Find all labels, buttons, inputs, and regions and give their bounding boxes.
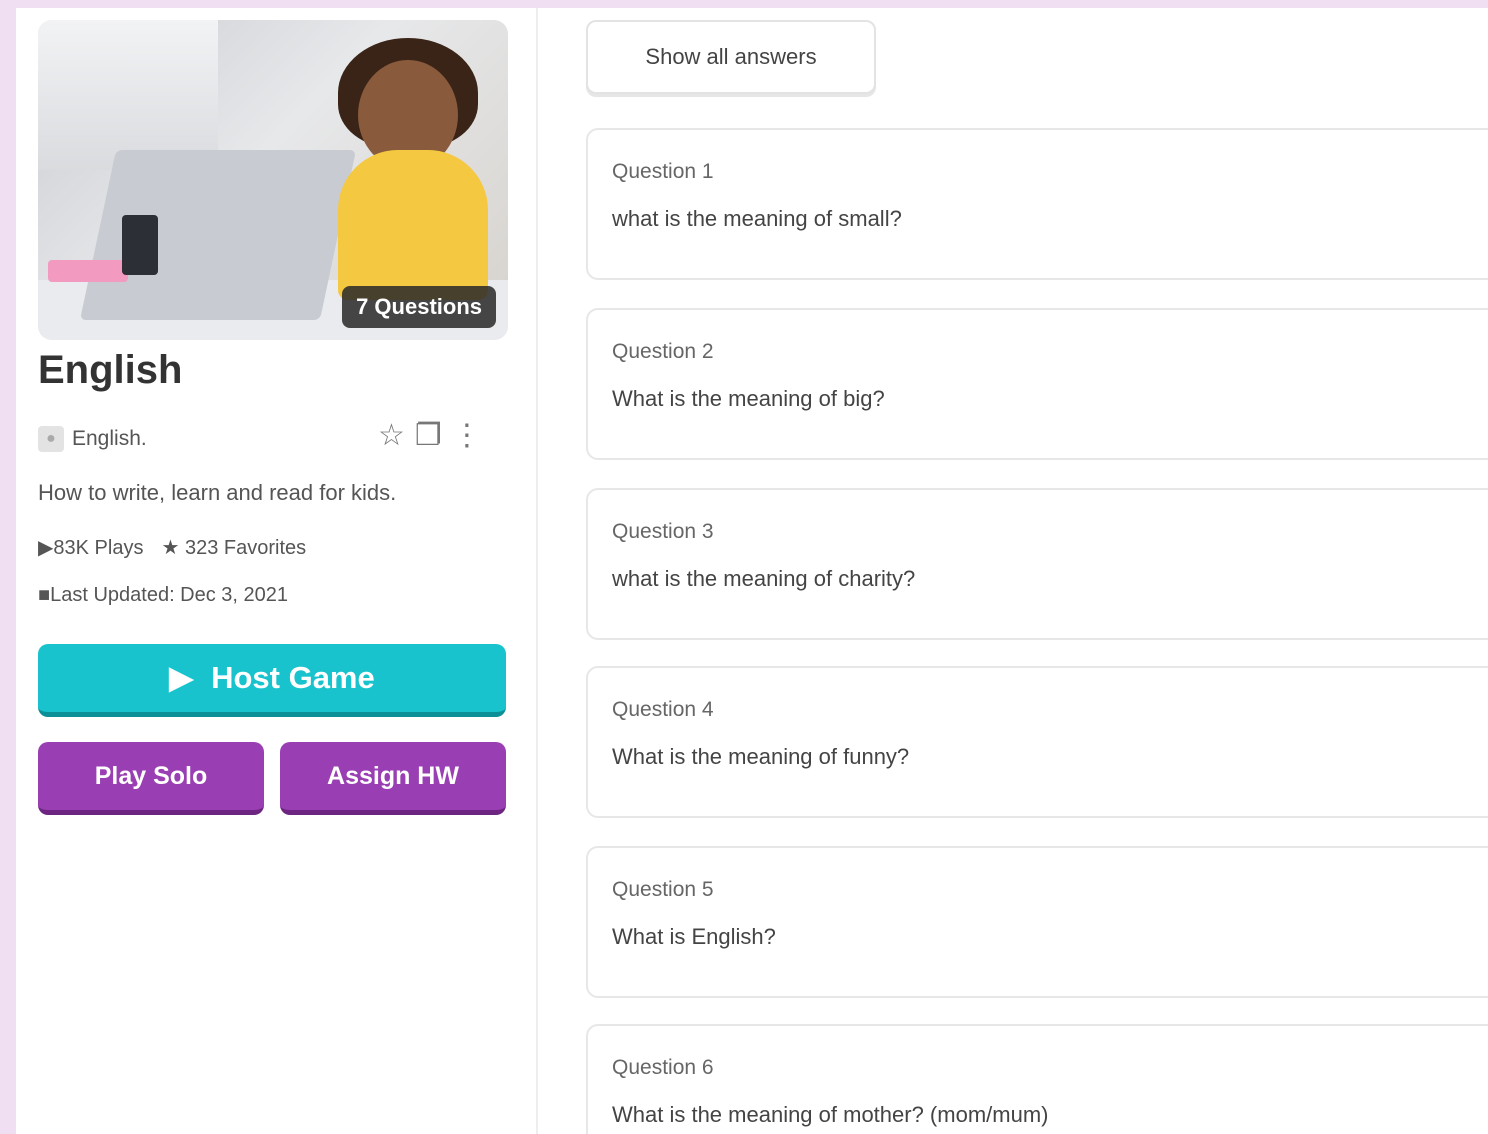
quiz-actions: ☆ ❐ ⋮ [378,418,482,453]
question-text: What is the meaning of big? [612,386,885,411]
question-card[interactable]: Question 6 What is the meaning of mother… [586,1024,1488,1134]
plays-stat: ▶83K Plays [38,537,144,559]
question-text: What is English? [612,924,776,949]
copy-icon[interactable]: ❐ [415,418,442,453]
quiz-author[interactable]: ● English. [38,426,147,452]
quiz-cover-image: 7 Questions [38,20,508,340]
assign-hw-button[interactable]: Assign HW [280,742,506,815]
question-text: What is the meaning of mother? (mom/mum) [612,1102,1049,1127]
question-number: Question 6 [612,1056,714,1079]
question-number: Question 1 [612,160,714,183]
question-card[interactable]: Question 4 What is the meaning of funny? [586,666,1488,818]
star-outline-icon[interactable]: ☆ [378,418,405,453]
question-card[interactable]: Question 3 what is the meaning of charit… [586,488,1488,640]
question-text: what is the meaning of small? [612,206,902,231]
play-solo-button[interactable]: Play Solo [38,742,264,815]
question-number: Question 5 [612,878,714,901]
more-vertical-icon[interactable]: ⋮ [452,418,482,453]
quiz-title: English [38,348,183,392]
question-card[interactable]: Question 2 What is the meaning of big? [586,308,1488,460]
question-card[interactable]: Question 5 What is English? [586,846,1488,998]
question-count-badge: 7 Questions [342,286,496,328]
play-icon: ▶ [38,537,54,559]
calendar-icon: ■ [38,584,51,606]
play-icon: ▶ [169,660,194,695]
favorites-stat: ★ 323 Favorites [161,537,307,559]
page-frame: 7 Questions English ● English. ☆ ❐ ⋮ How… [16,8,1488,1134]
question-number: Question 4 [612,698,714,721]
question-card[interactable]: Question 1 what is the meaning of small? [586,128,1488,280]
quiz-stats: ▶83K Plays ★ 323 Favorites [38,535,306,560]
author-name[interactable]: English. [72,427,147,451]
question-text: what is the meaning of charity? [612,566,916,591]
author-avatar-icon: ● [38,426,64,452]
question-number: Question 2 [612,340,714,363]
star-icon: ★ [161,537,185,559]
quiz-description: How to write, learn and read for kids. [38,480,397,505]
question-text: What is the meaning of funny? [612,744,910,769]
quiz-sidebar: 7 Questions English ● English. ☆ ❐ ⋮ How… [16,8,538,1134]
question-number: Question 3 [612,520,714,543]
last-updated: ■Last Updated: Dec 3, 2021 [38,584,289,606]
show-all-answers-button[interactable]: Show all answers [586,20,876,94]
host-game-button[interactable]: ▶ Host Game [38,644,506,717]
